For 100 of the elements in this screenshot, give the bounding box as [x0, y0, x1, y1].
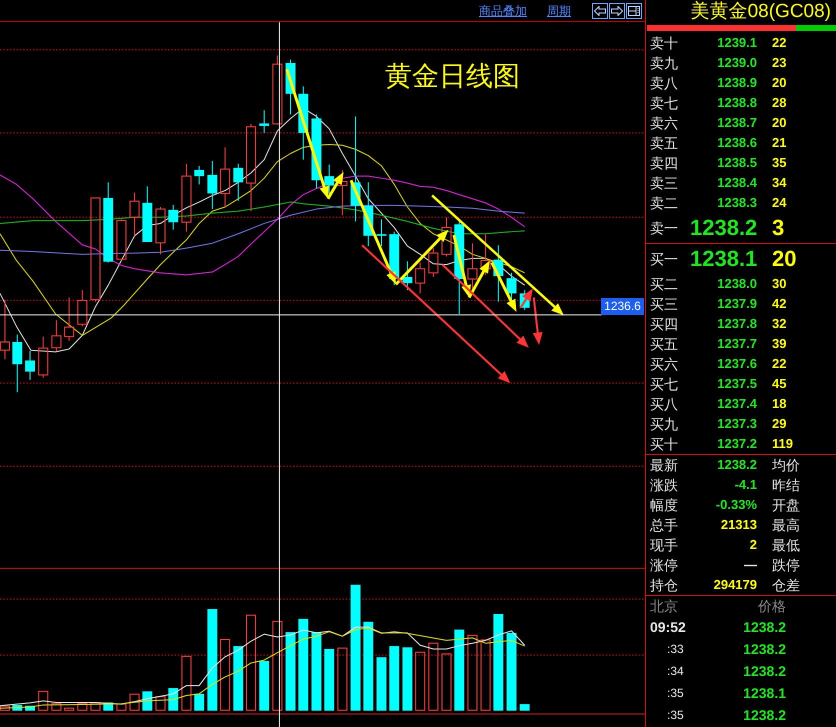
- stat-label: 最高: [772, 516, 800, 534]
- scroll-left-button[interactable]: [592, 2, 608, 18]
- volume-bar: [155, 696, 166, 711]
- stat-label: 最新: [650, 456, 679, 474]
- candlestick: [12, 334, 22, 393]
- volume-bar: [415, 652, 426, 711]
- candlestick: [116, 218, 126, 261]
- volume-bar: [116, 704, 126, 711]
- bid-price: 1237.7: [716, 335, 757, 353]
- stat-label: 涨跌: [650, 476, 679, 494]
- stat-label: 持仓: [650, 576, 679, 594]
- volume-bar: [389, 646, 400, 711]
- ask-volume: 20: [772, 74, 786, 92]
- candlestick: [233, 163, 244, 202]
- candlestick: [363, 182, 374, 247]
- volume-bar: [130, 694, 140, 711]
- ask-volume: 3: [772, 215, 784, 241]
- volume-bar: [168, 688, 178, 711]
- candlestick: [168, 204, 178, 230]
- volume-bar: [337, 648, 348, 711]
- ask-label: 卖五: [650, 134, 679, 152]
- bid-price: 1238.0: [716, 275, 757, 293]
- volume-bar: [233, 646, 244, 711]
- candlestick: [194, 165, 204, 185]
- ask-label: 卖六: [650, 114, 679, 132]
- stat-value: 21313: [720, 516, 757, 534]
- ask-volume: 23: [772, 54, 786, 72]
- candlestick: [25, 350, 35, 380]
- column-header: 北京: [650, 597, 679, 615]
- stat-value: —: [743, 556, 757, 574]
- ask-label: 卖一: [650, 219, 679, 237]
- tick-price: 1238.2: [742, 662, 786, 680]
- tick-time: :34: [667, 663, 684, 679]
- bid-price: 1237.4: [716, 395, 757, 413]
- bid-label: 买七: [650, 375, 679, 393]
- candlestick: [220, 146, 230, 208]
- ask-volume: 28: [772, 94, 786, 112]
- stat-value: -0.33%: [714, 496, 757, 514]
- ask-label: 卖十: [650, 34, 679, 52]
- candlestick: [376, 218, 386, 247]
- ask-label: 卖四: [650, 154, 679, 172]
- candlestick: [286, 59, 296, 115]
- chart-title: 黄金日线图: [385, 61, 520, 91]
- candlestick: [155, 206, 166, 255]
- volume-bar: [194, 694, 204, 711]
- bid-label: 买六: [650, 355, 679, 373]
- ask-price: 1238.2: [690, 215, 757, 241]
- candlestick: [38, 336, 48, 378]
- volume-bar: [441, 653, 452, 711]
- stat-label: 现手: [650, 536, 679, 554]
- ask-label: 卖八: [650, 74, 679, 92]
- ask-volume: 34: [772, 174, 786, 192]
- bid-label: 买四: [650, 315, 679, 333]
- stat-label: 开盘: [772, 496, 800, 514]
- tick-price: 1238.2: [742, 618, 786, 636]
- stat-label: 跌停: [772, 556, 800, 574]
- bid-volume: 42: [772, 295, 786, 313]
- stat-label: 均价: [772, 456, 800, 474]
- bid-price: 1237.8: [716, 315, 757, 333]
- panel-toggle-button[interactable]: [626, 2, 642, 18]
- volume-bar: [428, 642, 438, 711]
- stat-label: 总手: [650, 516, 679, 534]
- bid-label: 买八: [650, 395, 679, 413]
- ask-label: 卖二: [650, 194, 679, 212]
- volume-bar: [0, 706, 10, 711]
- ask-volume: 24: [772, 194, 786, 212]
- ask-price: 1238.4: [716, 174, 757, 192]
- candlestick: [181, 163, 192, 232]
- tick-time: :35: [667, 707, 684, 723]
- column-header: 价格: [757, 597, 786, 615]
- candlestick: [493, 244, 504, 302]
- ask-volume: 35: [772, 154, 786, 172]
- volume-bar: [77, 703, 88, 711]
- volume-bar: [402, 647, 412, 711]
- ask-price: 1238.3: [716, 194, 757, 212]
- instrument-title: 美黄金08(GC08): [690, 0, 832, 24]
- candlestick: [64, 297, 74, 342]
- right-arrow-icon: [611, 6, 623, 16]
- bid-price: 1238.1: [690, 246, 757, 272]
- ask-price: 1239.0: [716, 54, 757, 72]
- ask-price: 1238.7: [716, 114, 757, 132]
- candlestick: [130, 192, 140, 236]
- scroll-right-button[interactable]: [609, 2, 625, 18]
- ask-price: 1238.8: [716, 94, 757, 112]
- tick-price: 1238.2: [742, 706, 786, 724]
- bid-volume: 45: [772, 375, 786, 393]
- ask-volume: 20: [772, 114, 786, 132]
- stat-label: 涨停: [650, 556, 679, 574]
- volume-bar: [51, 703, 62, 711]
- bid-price: 1237.3: [716, 415, 757, 433]
- stat-label: 最低: [772, 536, 800, 554]
- price-tag: 1236.6: [601, 298, 644, 315]
- ask-price: 1238.5: [716, 154, 757, 172]
- volume-bar: [181, 656, 192, 711]
- bid-volume: 39: [772, 335, 786, 353]
- candlestick: [272, 55, 282, 126]
- toolbar-link[interactable]: 周期: [547, 4, 571, 18]
- toolbar-link[interactable]: 商品叠加: [479, 4, 527, 18]
- stat-value: -4.1: [734, 476, 757, 494]
- volume-bar: [376, 657, 386, 711]
